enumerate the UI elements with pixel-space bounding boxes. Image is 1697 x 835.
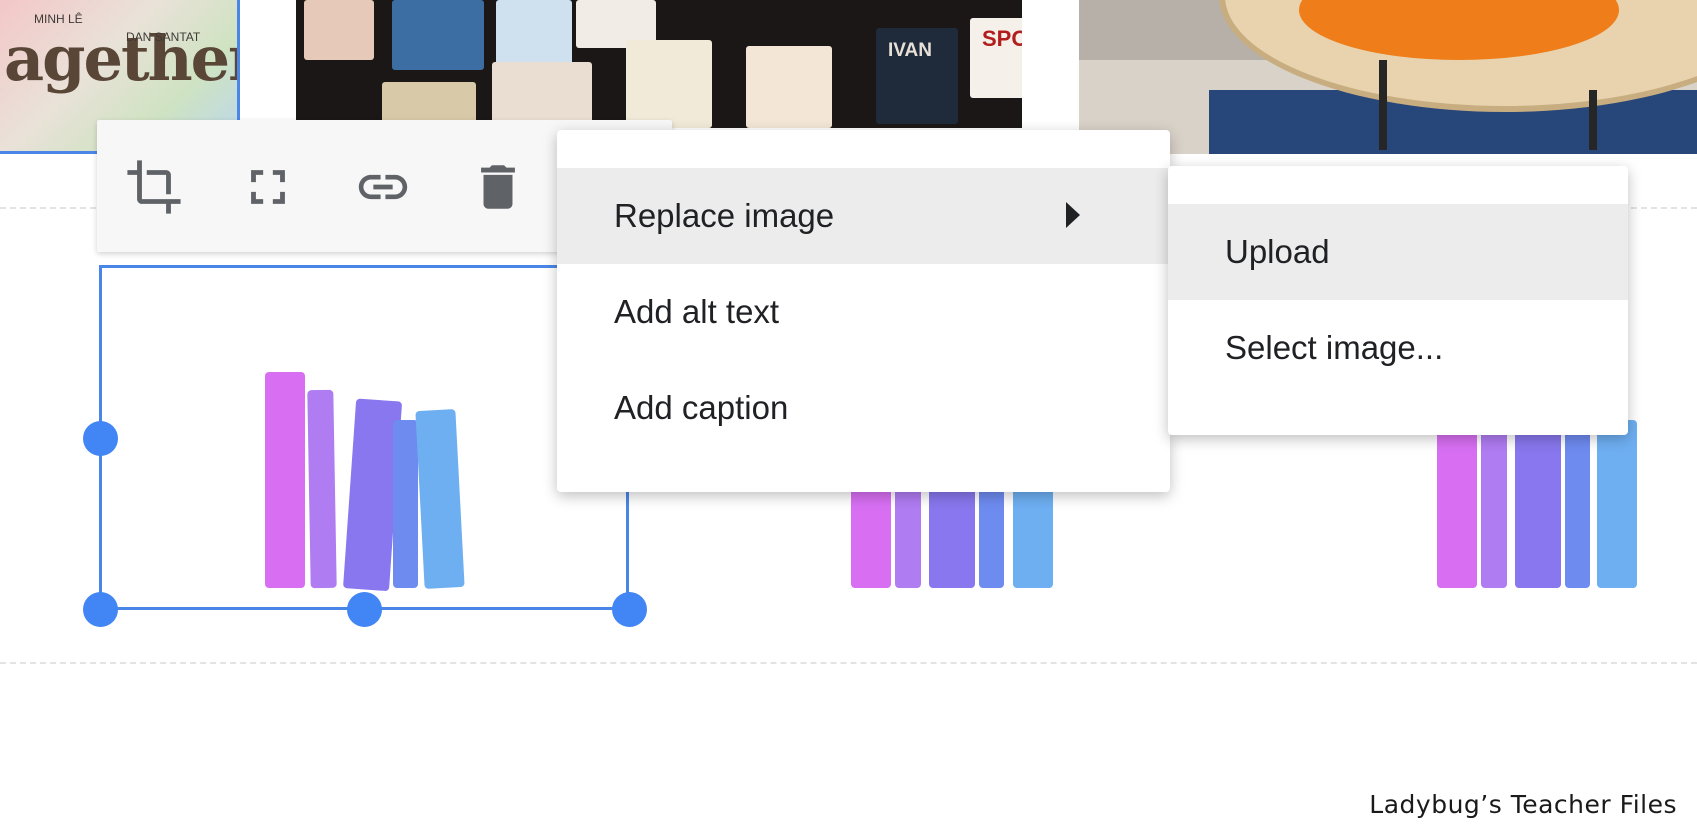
book-title-ivan: IVAN <box>888 40 932 61</box>
submenu-item-label: Upload <box>1225 233 1330 270</box>
resize-handle-bottom-left[interactable] <box>83 592 118 627</box>
submenu-item-select-image[interactable]: Select image... <box>1168 300 1628 396</box>
cover-author-text: MINH LÊ <box>34 12 83 26</box>
book-cover <box>626 40 712 128</box>
books-placeholder-image[interactable] <box>265 370 475 592</box>
link-icon[interactable] <box>354 158 412 216</box>
image-options-menu: Replace image Add alt text Add caption <box>557 130 1170 492</box>
book-spine <box>979 480 1004 588</box>
book-spine <box>1565 420 1590 588</box>
book-spine <box>265 372 305 588</box>
submenu-arrow-icon <box>1066 202 1080 228</box>
submenu-item-label: Select image... <box>1225 329 1444 366</box>
cover-title-text: agether <box>4 22 240 95</box>
book-cover <box>496 0 572 68</box>
table-leg <box>1589 90 1597 150</box>
book-spine <box>415 409 465 589</box>
books-placeholder-image-3[interactable] <box>1437 420 1647 588</box>
book-spine <box>1481 420 1507 588</box>
delete-icon[interactable] <box>469 158 527 216</box>
book-spine <box>1013 480 1053 588</box>
resize-handle-bottom-right[interactable] <box>612 592 647 627</box>
book-spine <box>1515 420 1561 588</box>
resize-handle-bottom[interactable] <box>347 592 382 627</box>
replace-image-submenu: Upload Select image... <box>1168 166 1628 435</box>
menu-item-label: Replace image <box>614 197 835 234</box>
book-cover <box>492 62 592 128</box>
resize-handle-left[interactable] <box>83 421 118 456</box>
book-spine <box>851 480 891 588</box>
fullscreen-icon[interactable] <box>239 158 297 216</box>
crop-icon[interactable] <box>125 158 183 216</box>
classroom-photo[interactable] <box>1079 0 1697 154</box>
book-spine <box>1437 420 1477 588</box>
book-cover <box>746 46 832 128</box>
menu-item-replace-image[interactable]: Replace image <box>557 168 1170 264</box>
book-spine <box>393 420 418 588</box>
book-cover <box>392 0 484 70</box>
watermark-credit: Ladybug’s Teacher Files <box>1369 790 1677 819</box>
menu-item-label: Add caption <box>614 389 789 426</box>
menu-item-add-alt-text[interactable]: Add alt text <box>557 264 1170 360</box>
bulletin-board-photo[interactable]: SPOON IVAN <box>296 0 1022 128</box>
menu-item-add-caption[interactable]: Add caption <box>557 360 1170 456</box>
menu-item-label: Add alt text <box>614 293 780 330</box>
book-title-spoon: SPOON <box>982 26 1022 51</box>
book-cover <box>304 0 374 60</box>
submenu-item-upload[interactable]: Upload <box>1168 204 1628 300</box>
section-divider <box>0 662 1697 664</box>
table-leg <box>1379 60 1387 150</box>
book-spine <box>895 480 921 588</box>
book-spine <box>1597 420 1637 588</box>
books-placeholder-image-2[interactable] <box>851 480 1061 588</box>
book-spine <box>929 480 975 588</box>
book-spine <box>307 389 337 589</box>
cover-illustrator-text: DAN SANTAT <box>126 30 201 44</box>
